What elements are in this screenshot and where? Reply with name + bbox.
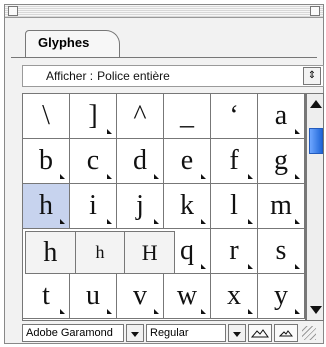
font-family-field[interactable]: Adobe Garamond	[22, 324, 124, 342]
glyph-cell[interactable]: d	[117, 139, 164, 184]
vertical-scrollbar[interactable]	[306, 93, 324, 321]
glyph-cell[interactable]: \	[23, 94, 70, 139]
scroll-thumb[interactable]	[309, 128, 323, 154]
glyph-cell-selected[interactable]: h	[23, 184, 70, 229]
close-icon[interactable]	[8, 6, 18, 16]
filter-row: Afficher : Police entière ⇕	[22, 65, 324, 87]
alternates-popup: h h H	[25, 231, 175, 274]
glyph-cell[interactable]: ]	[70, 94, 117, 139]
glyph-grid: \ ] ^ _ ‘ a b c d e f g h i j k l m q r …	[22, 93, 306, 321]
tab-glyphes[interactable]: Glyphes	[25, 30, 120, 57]
glyph-cell[interactable]: w	[164, 274, 211, 319]
glyph-cell[interactable]: ‘	[211, 94, 258, 139]
zoom-in-button[interactable]	[274, 324, 298, 342]
zoom-out-button[interactable]	[248, 324, 272, 342]
glyphs-panel-window: Glyphes Afficher : Police entière ⇕ \ ] …	[4, 4, 324, 344]
glyph-cell[interactable]: f	[211, 139, 258, 184]
glyph-cell[interactable]: e	[164, 139, 211, 184]
alternate-glyph[interactable]: h	[26, 232, 76, 273]
glyph-cell[interactable]: _	[164, 94, 211, 139]
tab-divider	[11, 57, 317, 58]
alternate-glyph[interactable]: h	[76, 232, 126, 273]
glyph-cell[interactable]: g	[258, 139, 305, 184]
mountain-small-icon	[279, 330, 293, 337]
mountain-large-icon	[251, 329, 269, 338]
glyph-cell[interactable]: y	[258, 274, 305, 319]
scroll-up-icon[interactable]	[310, 100, 322, 108]
glyph-cell[interactable]: ^	[117, 94, 164, 139]
glyph-cell[interactable]: j	[117, 184, 164, 229]
font-family-dropdown-icon[interactable]	[126, 324, 144, 342]
filter-dropdown-icon[interactable]: ⇕	[303, 67, 321, 85]
zoom-icon[interactable]	[310, 6, 320, 16]
glyph-cell[interactable]: k	[164, 184, 211, 229]
alternate-glyph[interactable]: H	[125, 232, 174, 273]
glyph-cell[interactable]: u	[70, 274, 117, 319]
panel-titlebar[interactable]	[5, 5, 323, 18]
glyph-cell[interactable]: t	[23, 274, 70, 319]
font-style-field[interactable]: Regular	[146, 324, 226, 342]
glyph-cell[interactable]: m	[258, 184, 305, 229]
glyph-cell[interactable]: v	[117, 274, 164, 319]
filter-select[interactable]: Police entière	[93, 69, 303, 83]
glyph-cell[interactable]: s	[258, 229, 305, 274]
glyph-cell[interactable]: r	[211, 229, 258, 274]
filter-label: Afficher :	[46, 69, 94, 83]
glyph-cell[interactable]: c	[70, 139, 117, 184]
glyph-cell[interactable]: x	[211, 274, 258, 319]
resize-grip-icon[interactable]	[302, 326, 316, 340]
font-style-dropdown-icon[interactable]	[228, 324, 246, 342]
glyph-cell[interactable]: l	[211, 184, 258, 229]
scroll-down-icon[interactable]	[310, 306, 322, 314]
glyph-cell[interactable]: b	[23, 139, 70, 184]
bottom-controls: Adobe Garamond Regular	[22, 323, 324, 343]
glyph-cell[interactable]: i	[70, 184, 117, 229]
glyph-cell[interactable]: a	[258, 94, 305, 139]
